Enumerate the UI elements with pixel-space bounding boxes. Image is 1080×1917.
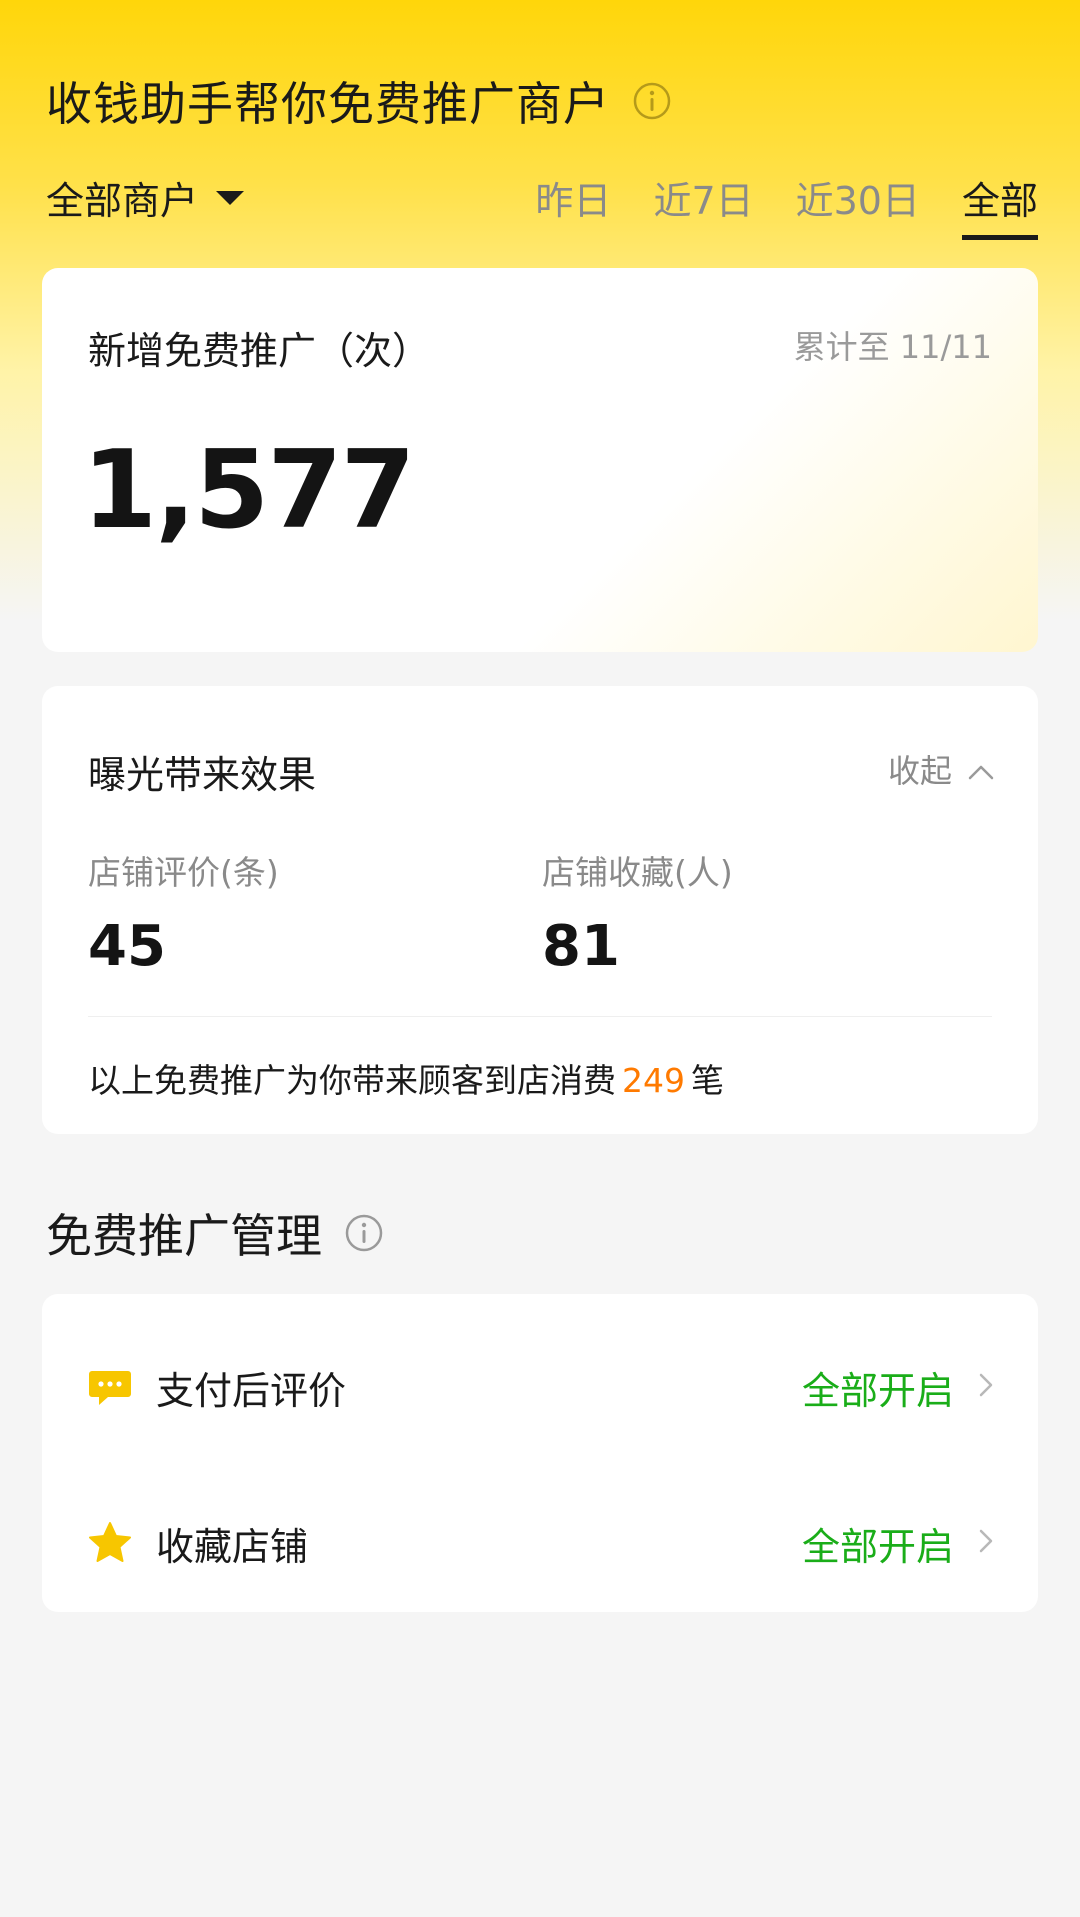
divider bbox=[88, 1016, 992, 1017]
summary-prefix: 以上免费推广为你带来顾客到店消费 bbox=[88, 1061, 616, 1100]
merchant-select[interactable]: 全部商户 bbox=[46, 170, 245, 225]
exposure-effect-card: 曝光带来效果 收起 店铺评价(条) 45 店铺收藏(人) 81 以上免费推广为你… bbox=[42, 686, 1038, 1134]
manage-section-header: 免费推广管理 bbox=[46, 1200, 384, 1266]
header-title-row: 收钱助手帮你免费推广商户 bbox=[46, 68, 672, 134]
collapse-label: 收起 bbox=[887, 752, 952, 790]
promotion-page: 收钱助手帮你免费推广商户 全部商户 昨日 近7日 近30日 全部 新增免费推广（… bbox=[0, 0, 1080, 1917]
period-tabs: 昨日 近7日 近30日 全部 bbox=[493, 170, 1038, 240]
chevron-right-icon bbox=[978, 1528, 994, 1558]
status-text: 全部开启 bbox=[801, 1368, 954, 1413]
tab-last-7-days[interactable]: 近7日 bbox=[653, 170, 753, 235]
status-text: 全部开启 bbox=[801, 1524, 954, 1569]
list-item-favorite-store[interactable]: 收藏店铺 全部开启 bbox=[42, 1478, 1038, 1608]
page-title: 收钱助手帮你免费推广商户 bbox=[46, 77, 610, 131]
promotion-manage-card: 支付后评价 全部开启 收藏店铺 全部开启 bbox=[42, 1294, 1038, 1612]
row-label: 收藏店铺 bbox=[156, 1524, 309, 1569]
metric-label: 店铺评价(条) bbox=[88, 853, 279, 892]
tab-last-30-days[interactable]: 近30日 bbox=[796, 170, 920, 235]
cumulative-date: 累计至 11/11 bbox=[793, 328, 992, 366]
promo-count-value: 1,577 bbox=[82, 428, 416, 553]
list-item-review-after-pay[interactable]: 支付后评价 全部开启 bbox=[42, 1322, 1038, 1452]
metric-value: 81 bbox=[542, 914, 620, 979]
tab-yesterday[interactable]: 昨日 bbox=[535, 170, 611, 235]
section-title: 免费推广管理 bbox=[46, 1209, 322, 1263]
chevron-right-icon bbox=[978, 1372, 994, 1402]
effect-card-title: 曝光带来效果 bbox=[88, 753, 317, 797]
collapse-button[interactable]: 收起 bbox=[888, 746, 994, 792]
metric-value: 45 bbox=[88, 914, 166, 979]
filter-row: 全部商户 昨日 近7日 近30日 全部 bbox=[46, 170, 1038, 240]
promo-card-title: 新增免费推广（次） bbox=[88, 329, 431, 373]
summary-suffix: 笔 bbox=[691, 1061, 724, 1100]
tab-all[interactable]: 全部 bbox=[961, 170, 1038, 240]
chat-bubble-icon bbox=[88, 1365, 132, 1409]
caret-down-icon bbox=[216, 190, 245, 205]
effect-summary: 以上免费推广为你带来顾客到店消费 249 笔 bbox=[88, 1054, 724, 1102]
promo-count-card: 新增免费推广（次） 累计至 11/11 1,577 bbox=[42, 268, 1038, 652]
metric-store-reviews: 店铺评价(条) 45 bbox=[88, 846, 279, 979]
info-icon[interactable] bbox=[344, 1213, 384, 1253]
summary-count: 249 bbox=[622, 1061, 685, 1100]
row-label: 支付后评价 bbox=[156, 1368, 347, 1413]
metric-store-favorites: 店铺收藏(人) 81 bbox=[542, 846, 733, 979]
info-icon[interactable] bbox=[632, 81, 672, 121]
chevron-up-icon bbox=[968, 750, 994, 788]
merchant-select-label: 全部商户 bbox=[46, 179, 199, 223]
metric-label: 店铺收藏(人) bbox=[542, 853, 733, 892]
star-icon bbox=[88, 1521, 132, 1565]
